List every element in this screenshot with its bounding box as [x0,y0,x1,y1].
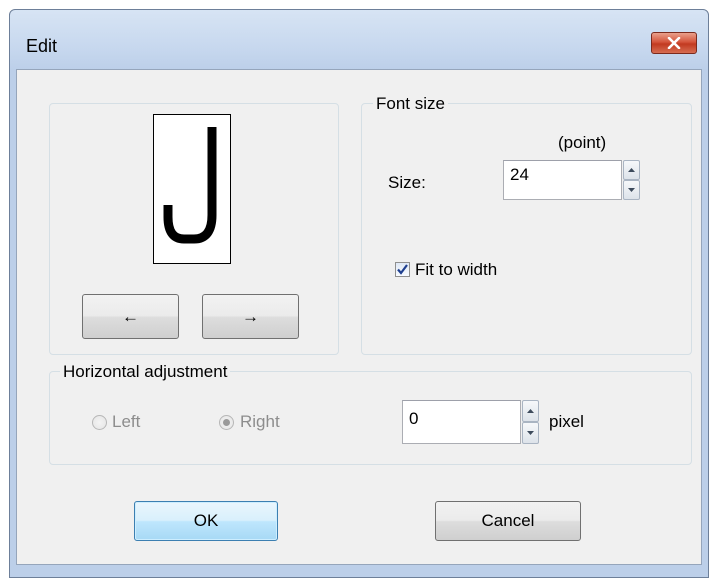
cancel-button-label: Cancel [481,511,535,530]
fit-to-width-label[interactable]: Fit to width [415,260,497,280]
font-size-group-label: Font size [373,94,448,114]
pixel-spin-up[interactable] [522,400,539,422]
font-size-group [361,103,692,355]
size-spin-down[interactable] [623,180,640,200]
size-spin-up[interactable] [623,160,640,180]
arrow-down-icon [628,188,635,192]
glyph-j-preview [163,127,217,244]
horizontal-adjustment-group [49,371,692,465]
previous-button[interactable]: ← [82,294,179,339]
pixel-offset-spinner[interactable] [522,400,539,444]
right-radio-label[interactable]: Right [240,412,280,432]
next-button-label: → [242,306,259,326]
close-button[interactable] [651,32,697,54]
ok-button-label: OK [193,511,219,530]
size-input[interactable]: 24 [503,160,622,200]
fit-to-width-checkbox[interactable] [395,262,410,277]
arrow-up-icon [628,168,635,172]
size-spinner[interactable] [623,160,640,200]
window-title: Edit [26,36,58,56]
right-radio[interactable] [219,415,234,430]
unit-label-point: (point) [558,133,607,152]
left-radio[interactable] [92,415,107,430]
close-icon [667,37,681,49]
glyph-preview [153,114,231,264]
pixel-offset-input[interactable]: 0 [402,400,521,444]
checkmark-icon [397,264,408,275]
size-label: Size: [388,173,426,192]
pixel-spin-down[interactable] [522,422,539,444]
horizontal-adjustment-group-label: Horizontal adjustment [60,362,231,382]
pixel-unit-label: pixel [549,412,584,431]
next-button[interactable]: → [202,294,299,339]
cancel-button[interactable]: Cancel [435,501,581,541]
arrow-down-icon [527,431,534,435]
ok-button[interactable]: OK [134,501,278,541]
arrow-up-icon [527,409,534,413]
left-radio-label[interactable]: Left [112,412,140,432]
previous-button-label: ← [122,306,139,326]
